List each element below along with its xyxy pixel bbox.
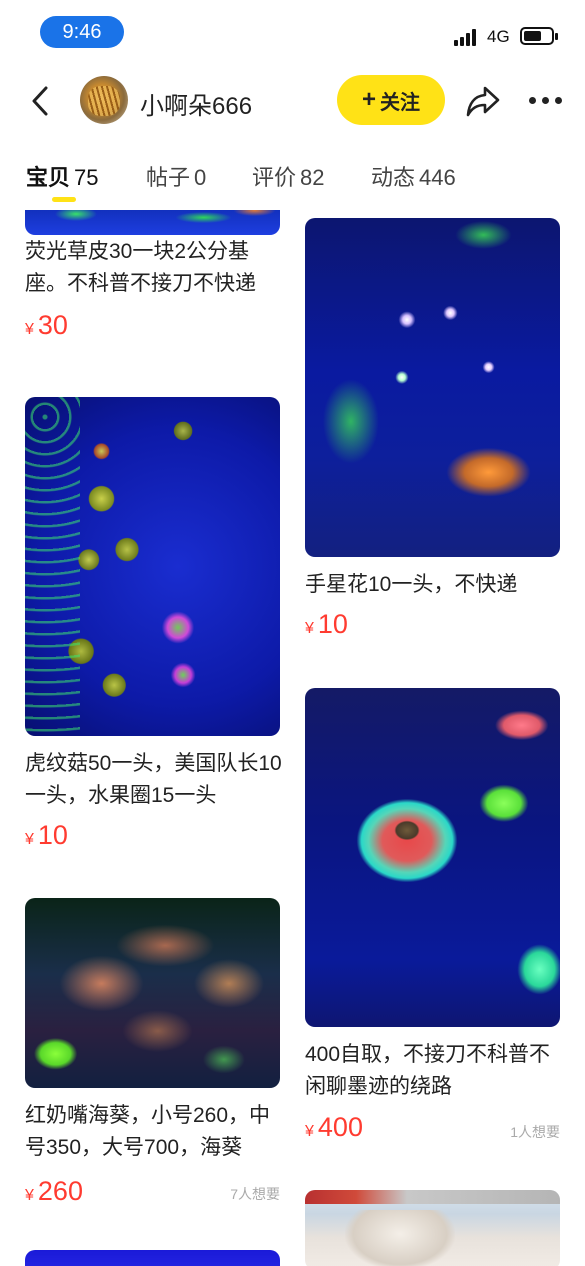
profile-tabs: 宝贝 75 帖子 0 评价 82 动态 446 [0,140,585,210]
item-card[interactable] [305,1190,560,1266]
tab-label: 宝贝 [26,165,71,190]
wants-count: 7人想要 [230,1186,280,1202]
profile-header: 小啊朵666 + 关注 [0,62,585,140]
item-card[interactable]: 400自取，不接刀不科普不闲聊墨迹的绕路 ¥400 1人想要 [305,688,560,1168]
price-amount: 400 [317,1112,363,1142]
item-title: 荧光草皮30一块2公分基座。不科普不接刀不快递 [25,240,256,295]
currency-symbol: ¥ [305,620,314,637]
item-price: ¥260 [25,1176,83,1207]
item-card[interactable]: 荧光草皮30一块2公分基座。不科普不接刀不快递 ¥30 [25,210,280,360]
item-card[interactable]: 手星花10一头，不快递 ¥10 [305,218,560,658]
item-image[interactable] [25,397,280,736]
tab-reviews[interactable]: 评价 82 [252,160,325,192]
tab-count: 75 [74,165,99,190]
chevron-left-icon[interactable] [26,84,56,118]
item-image[interactable] [25,898,280,1088]
item-price: ¥10 [25,820,68,851]
item-price: ¥10 [305,609,348,640]
avatar[interactable] [80,76,128,124]
price-amount: 30 [37,310,68,340]
plus-icon: + [361,86,376,113]
item-feed: 荧光草皮30一块2公分基座。不科普不接刀不快递 ¥30 虎纹菇50一头，美国队长… [0,210,585,1266]
item-title: 400自取，不接刀不科普不闲聊墨迹的绕路 [305,1043,551,1098]
item-title: 手星花10一头，不快递 [305,573,518,596]
item-image[interactable] [305,218,560,557]
tab-count: 82 [300,165,325,190]
item-card[interactable]: 虎纹菇50一头，美国队长10一头，水果圈15一头 ¥10 [25,397,282,867]
tab-count: 446 [419,165,456,190]
signal-icon [454,28,480,46]
tab-posts[interactable]: 帖子 0 [146,160,206,192]
battery-icon [520,27,558,45]
follow-button-label: 关注 [380,91,420,114]
currency-symbol: ¥ [305,1123,314,1140]
item-image[interactable] [25,1250,280,1266]
currency-symbol: ¥ [25,831,34,848]
item-card[interactable] [25,1250,280,1266]
price-amount: 10 [317,609,348,639]
network-type: 4G [487,27,510,46]
tab-activity[interactable]: 动态 446 [371,160,456,192]
ellipsis-icon[interactable] [528,96,564,106]
price-amount: 260 [37,1176,83,1206]
status-time: 9:46 [40,16,124,48]
item-price: ¥400 [305,1112,363,1143]
currency-symbol: ¥ [25,1187,34,1204]
item-title: 虎纹菇50一头，美国队长10一头，水果圈15一头 [25,752,282,807]
tab-items[interactable]: 宝贝 75 [26,160,99,192]
active-tab-indicator [52,197,76,202]
wants-count: 1人想要 [510,1124,560,1140]
price-amount: 10 [37,820,68,850]
tab-label: 评价 [252,165,297,190]
item-card[interactable]: 红奶嘴海葵，小号260，中号350，大号700，海葵 ¥260 7人想要 [25,898,280,1238]
username[interactable]: 小啊朵666 [140,86,252,121]
item-title: 红奶嘴海葵，小号260，中号350，大号700，海葵 [25,1104,271,1159]
item-image[interactable] [305,688,560,1027]
tab-label: 动态 [371,165,416,190]
item-price: ¥30 [25,310,68,341]
item-image[interactable] [25,210,280,235]
tab-label: 帖子 [146,165,191,190]
currency-symbol: ¥ [25,321,34,338]
follow-button[interactable]: + 关注 [337,75,445,125]
share-arrow-icon[interactable] [465,84,501,118]
tab-count: 0 [194,165,207,190]
item-image[interactable] [305,1190,560,1266]
status-bar: 9:46 4G [0,0,585,62]
